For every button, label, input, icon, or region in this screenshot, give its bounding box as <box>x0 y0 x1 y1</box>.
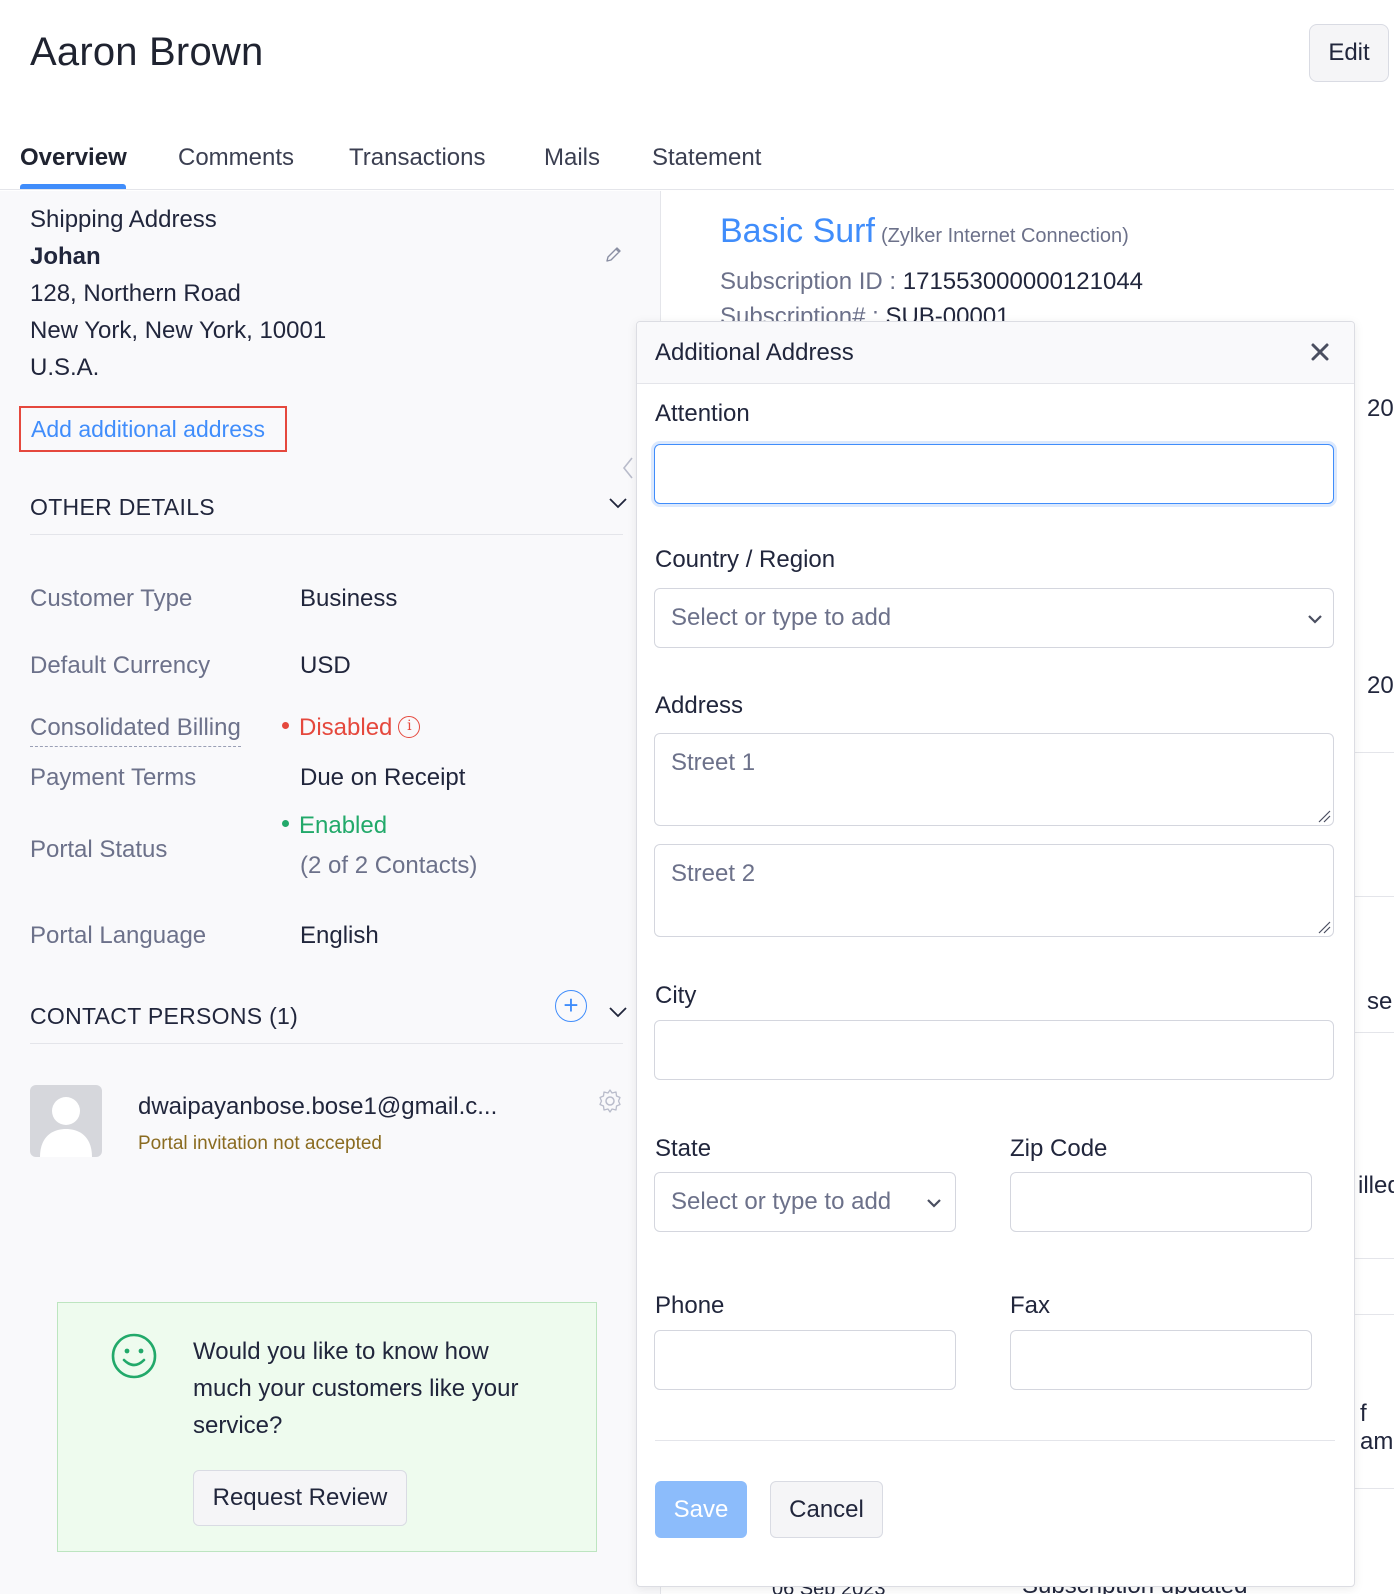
fax-label: Fax <box>1010 1292 1051 1319</box>
zip-code-label: Zip Code <box>1010 1135 1108 1162</box>
subscription-id-label: Subscription ID : <box>720 268 897 295</box>
street-1-textarea[interactable]: Street 1 <box>654 733 1334 826</box>
country-region-label: Country / Region <box>655 546 836 573</box>
plan-name[interactable]: Basic Surf <box>720 212 875 250</box>
tab-overview[interactable]: Overview <box>20 144 127 172</box>
add-contact-icon[interactable]: + <box>555 990 587 1022</box>
consolidated-billing-label[interactable]: Consolidated Billing <box>30 714 241 747</box>
request-review-button[interactable]: Request Review <box>193 1470 407 1526</box>
street-2-placeholder: Street 2 <box>671 860 756 887</box>
chevron-down-icon <box>1308 615 1322 624</box>
chevron-down-icon <box>927 1199 941 1208</box>
user-icon <box>40 1097 92 1157</box>
gear-icon[interactable] <box>597 1088 623 1114</box>
customer-type-value: Business <box>300 585 398 612</box>
phone-input[interactable] <box>654 1330 956 1390</box>
edit-button[interactable]: Edit <box>1309 24 1389 82</box>
smiley-icon <box>111 1333 157 1379</box>
dialog-title: Additional Address <box>655 339 854 366</box>
portal-status-label: Portal Status <box>30 836 168 863</box>
billing-status-text: Disabled <box>299 714 393 741</box>
shipping-line-3: U.S.A. <box>30 354 100 381</box>
state-select[interactable]: Select or type to add <box>654 1172 956 1232</box>
street-2-textarea[interactable]: Street 2 <box>654 844 1334 937</box>
customer-type-label: Customer Type <box>30 585 193 612</box>
address-label: Address <box>655 692 744 719</box>
contact-email[interactable]: dwaipayanbose.bose1@gmail.c... <box>138 1093 497 1121</box>
pencil-icon[interactable] <box>604 244 624 264</box>
cancel-button[interactable]: Cancel <box>770 1481 883 1538</box>
portal-status-text: Enabled <box>299 812 388 839</box>
background-text-fragment: se <box>1367 988 1393 1015</box>
additional-address-dialog: Additional Address Attention Country / R… <box>636 321 1355 1587</box>
shipping-address-heading: Shipping Address <box>30 206 217 233</box>
shipping-name: Johan <box>30 243 101 270</box>
tab-transactions[interactable]: Transactions <box>349 144 486 172</box>
tab-comments[interactable]: Comments <box>178 144 294 172</box>
section-divider <box>30 1043 623 1044</box>
attention-input[interactable] <box>654 444 1334 504</box>
country-region-placeholder: Select or type to add <box>671 604 892 631</box>
subscription-number-label: Subscription# : <box>720 303 879 321</box>
portal-contacts-count: (2 of 2 Contacts) <box>300 852 478 879</box>
dialog-header: Additional Address <box>637 322 1354 384</box>
review-prompt-text: Would you like to know how much your cus… <box>193 1338 519 1439</box>
active-tab-indicator <box>20 184 126 189</box>
payment-terms-value: Due on Receipt <box>300 764 466 791</box>
default-currency-value: USD <box>300 652 351 679</box>
phone-label: Phone <box>655 1292 725 1319</box>
chevron-down-icon[interactable] <box>607 1001 629 1023</box>
background-text-fragment: illed <box>1358 1172 1394 1199</box>
tab-bar: Overview Comments Transactions Mails Sta… <box>0 128 1394 190</box>
tab-mails[interactable]: Mails <box>544 144 600 172</box>
tab-statement[interactable]: Statement <box>652 144 761 172</box>
state-label: State <box>655 1135 712 1162</box>
state-placeholder: Select or type to add <box>671 1188 892 1215</box>
resize-handle-icon[interactable] <box>1317 809 1331 823</box>
portal-language-value: English <box>300 922 379 949</box>
status-dot <box>282 722 289 730</box>
shipping-line-1: 128, Northern Road <box>30 280 241 307</box>
subscription-id: Subscription ID : 171553000000121044 <box>720 268 1143 296</box>
street-1-placeholder: Street 1 <box>671 749 756 776</box>
fax-input[interactable] <box>1010 1330 1312 1390</box>
subscription-id-value: 171553000000121044 <box>902 268 1144 295</box>
zip-code-input[interactable] <box>1010 1172 1312 1232</box>
subscription-plan[interactable]: Basic Surf (Zylker Internet Connection) <box>720 212 1129 251</box>
shipping-line-2: New York, New York, 10001 <box>30 317 327 344</box>
dialog-footer-divider <box>655 1440 1335 1441</box>
country-region-select[interactable]: Select or type to add <box>654 588 1334 648</box>
city-input[interactable] <box>654 1020 1334 1080</box>
background-text-fragment: 20 <box>1367 672 1394 699</box>
contact-persons-heading[interactable]: CONTACT PERSONS (1) <box>30 1003 298 1030</box>
portal-status-value: Enabled <box>282 812 387 840</box>
close-icon[interactable] <box>1307 339 1333 365</box>
chevron-left-icon[interactable] <box>620 455 636 481</box>
portal-invitation-status: Portal invitation not accepted <box>138 1133 382 1154</box>
resize-handle-icon[interactable] <box>1317 920 1331 934</box>
chevron-down-icon[interactable] <box>607 492 629 514</box>
background-text-fragment: 20 <box>1367 395 1394 422</box>
subscription-number: Subscription# : SUB-00001 <box>720 303 1010 321</box>
page-title: Aaron Brown <box>30 30 264 74</box>
city-label: City <box>655 982 697 1009</box>
info-icon[interactable]: i <box>398 715 421 738</box>
add-additional-address-link[interactable]: Add additional address <box>19 406 287 452</box>
background-text-fragment: f am <box>1360 1400 1394 1455</box>
default-currency-label: Default Currency <box>30 652 211 679</box>
avatar <box>30 1085 102 1157</box>
product-name: (Zylker Internet Connection) <box>880 225 1129 247</box>
payment-terms-label: Payment Terms <box>30 764 197 791</box>
section-divider <box>30 534 623 535</box>
other-details-heading[interactable]: OTHER DETAILS <box>30 494 215 521</box>
consolidated-billing-status: Disabled i <box>282 714 421 742</box>
status-dot <box>282 820 289 828</box>
attention-label: Attention <box>655 400 750 427</box>
subscription-number-value: SUB-00001 <box>885 303 1010 321</box>
save-button[interactable]: Save <box>655 1481 747 1538</box>
portal-language-label: Portal Language <box>30 922 207 949</box>
